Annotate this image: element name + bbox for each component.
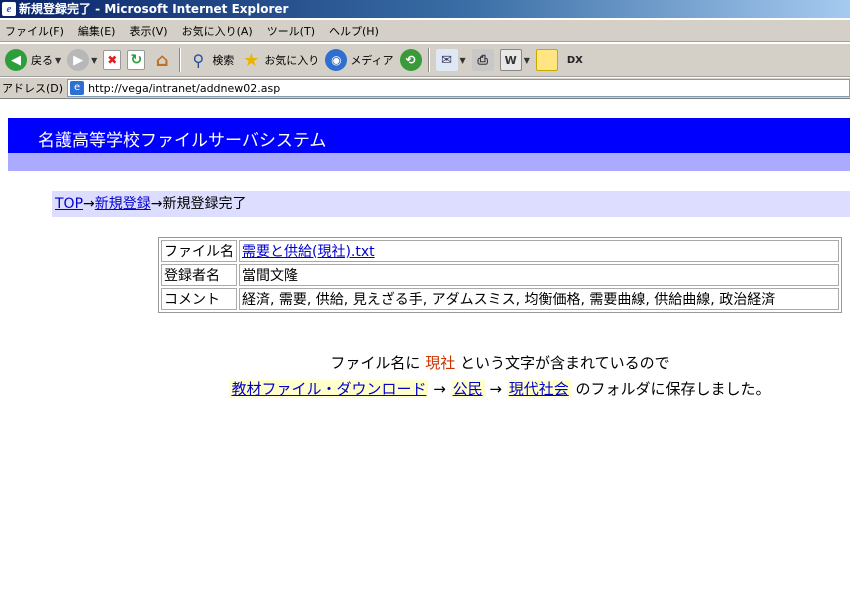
menu-tools[interactable]: ツール(T): [267, 23, 315, 39]
breadcrumb: TOP→新規登録→新規登録完了: [52, 191, 850, 217]
breadcrumb-current: 新規登録完了: [162, 196, 247, 212]
table-row: ファイル名 需要と供給(現社).txt: [161, 240, 839, 262]
stop-button[interactable]: ✖: [100, 46, 124, 74]
history-icon: ⟲: [399, 49, 422, 71]
table-row: 登録者名 當間文隆: [161, 264, 839, 286]
folder-path-1: 教材ファイル・ダウンロード: [229, 380, 429, 398]
registrant-value: 當間文隆: [239, 264, 839, 286]
directx-button[interactable]: DX: [561, 46, 589, 74]
directx-icon: DX: [566, 54, 583, 66]
favorites-button[interactable]: ★ お気に入り: [237, 46, 322, 74]
folder-arrow: →: [489, 380, 502, 398]
menu-file[interactable]: ファイル(F): [5, 23, 64, 39]
chevron-down-icon[interactable]: ▼: [91, 56, 97, 65]
menu-view[interactable]: 表示(V): [129, 23, 167, 39]
registrant-label: 登録者名: [161, 264, 237, 286]
menu-bar: ファイル(F) 編集(E) 表示(V) お気に入り(A) ツール(T) ヘルプ(…: [0, 20, 850, 42]
favorites-label: お気に入り: [264, 54, 320, 67]
banner-band: [8, 153, 850, 171]
menu-edit[interactable]: 編集(E): [78, 23, 116, 39]
media-button[interactable]: ◉ メディア: [322, 46, 396, 74]
forward-button[interactable]: ▶ ▼: [64, 46, 100, 74]
history-button[interactable]: ⟲: [397, 46, 425, 74]
site-title: 名護高等学校ファイルサーバシステム: [38, 131, 327, 151]
menu-help[interactable]: ヘルプ(H): [329, 23, 379, 39]
window-title: 新規登録完了 - Microsoft Internet Explorer: [19, 2, 289, 16]
save-notice: ファイル名に 現社 という文字が含まれているので 教材ファイル・ダウンロード →…: [150, 350, 850, 402]
word-edit-icon: W: [499, 49, 522, 71]
toolbar-separator: [179, 48, 182, 72]
address-url[interactable]: http://vega/intranet/addnew02.asp: [88, 82, 280, 95]
forward-arrow-icon: ▶: [67, 49, 90, 71]
toolbar: ◀ 戻る ▼ ▶ ▼ ✖ ↻ ⌂ ⚲ 検索 ★ お気に入り ◉ メディア ⟲ ✉…: [0, 43, 850, 77]
notice-line-2: 教材ファイル・ダウンロード → 公民 → 現代社会 のフォルダに保存しました。: [150, 376, 850, 402]
file-name-cell: 需要と供給(現社).txt: [239, 240, 839, 262]
site-banner: 名護高等学校ファイルサーバシステム: [8, 118, 850, 153]
search-label: 検索: [212, 54, 235, 67]
address-input[interactable]: e http://vega/intranet/addnew02.asp: [67, 79, 850, 97]
chevron-down-icon[interactable]: ▼: [55, 56, 61, 65]
home-button[interactable]: ⌂: [148, 46, 176, 74]
back-label: 戻る: [31, 54, 53, 67]
edit-button[interactable]: W ▼: [497, 46, 533, 74]
refresh-icon: ↻: [127, 50, 146, 70]
comment-label: コメント: [161, 288, 237, 310]
discuss-button[interactable]: [533, 46, 561, 74]
folder-path-3: 現代社会: [506, 380, 571, 398]
folder-arrow: →: [433, 380, 446, 398]
breadcrumb-top-link[interactable]: TOP: [55, 196, 83, 212]
folder-modern-society-link[interactable]: 現代社会: [509, 380, 569, 398]
printer-icon: ⎙: [471, 49, 494, 71]
breadcrumb-new-register-link[interactable]: 新規登録: [95, 196, 151, 212]
ie-app-icon: e: [2, 2, 16, 16]
folder-civics-link[interactable]: 公民: [453, 380, 483, 398]
folder-path-2: 公民: [450, 380, 485, 398]
address-label: アドレス(D): [2, 82, 64, 95]
home-icon: ⌂: [155, 49, 169, 71]
window-title-bar: e 新規登録完了 - Microsoft Internet Explorer: [0, 0, 850, 18]
address-bar: アドレス(D) e http://vega/intranet/addnew02.…: [0, 78, 850, 99]
notice-line-2-suffix: のフォルダに保存しました。: [575, 380, 771, 398]
chevron-down-icon[interactable]: ▼: [524, 56, 530, 65]
file-name-link[interactable]: 需要と供給(現社).txt: [242, 244, 375, 260]
notice-keyword: 現社: [425, 354, 456, 372]
media-globe-icon: ◉: [325, 49, 348, 71]
search-button[interactable]: ⚲ 検索: [184, 46, 237, 74]
mail-icon: ✉: [435, 49, 458, 71]
file-info-table: ファイル名 需要と供給(現社).txt 登録者名 當間文隆 コメント 経済, 需…: [158, 237, 842, 313]
search-icon: ⚲: [192, 50, 205, 70]
notice-line-1: ファイル名に 現社 という文字が含まれているので: [150, 350, 850, 376]
toolbar-separator: [427, 48, 430, 72]
notice-suffix: という文字が含まれているので: [460, 354, 670, 372]
page-content: 名護高等学校ファイルサーバシステム TOP→新規登録→新規登録完了 ファイル名 …: [0, 100, 850, 600]
stop-icon: ✖: [103, 50, 122, 70]
folder-download-link[interactable]: 教材ファイル・ダウンロード: [231, 380, 426, 398]
mail-button[interactable]: ✉ ▼: [433, 46, 469, 74]
page-icon: e: [70, 81, 85, 95]
menu-favorites[interactable]: お気に入り(A): [182, 23, 253, 39]
chevron-down-icon[interactable]: ▼: [460, 56, 466, 65]
breadcrumb-arrow: →: [150, 196, 163, 212]
table-row: コメント 経済, 需要, 供給, 見えざる手, アダムスミス, 均衡価格, 需要…: [161, 288, 839, 310]
breadcrumb-arrow: →: [83, 196, 95, 212]
back-button[interactable]: ◀ 戻る ▼: [2, 46, 64, 74]
media-label: メディア: [350, 54, 394, 67]
print-button[interactable]: ⎙: [469, 46, 497, 74]
refresh-button[interactable]: ↻: [124, 46, 148, 74]
star-icon: ★: [243, 49, 260, 71]
notice-prefix: ファイル名に: [330, 354, 421, 372]
comment-value: 経済, 需要, 供給, 見えざる手, アダムスミス, 均衡価格, 需要曲線, 供…: [239, 288, 839, 310]
back-arrow-icon: ◀: [5, 49, 27, 71]
file-name-label: ファイル名: [161, 240, 237, 262]
note-icon: [535, 49, 558, 71]
